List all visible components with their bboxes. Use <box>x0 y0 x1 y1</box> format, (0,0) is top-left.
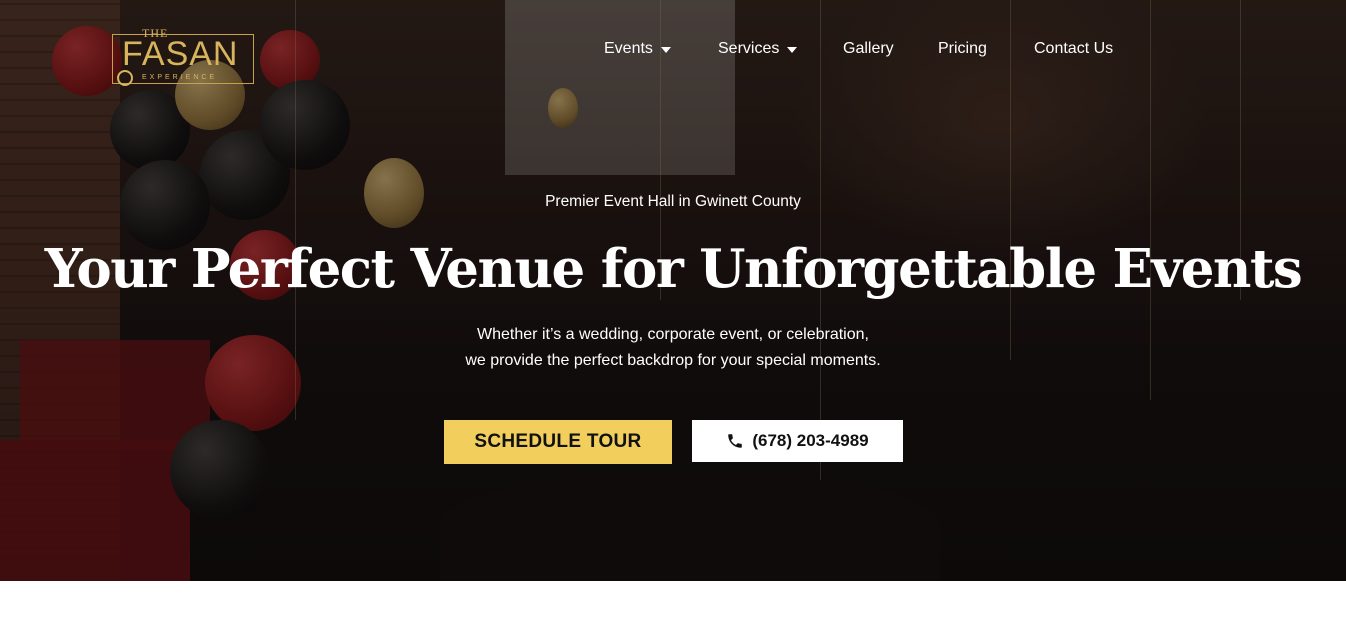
nav-item-label: Gallery <box>843 40 894 57</box>
nav-item-label: Events <box>604 40 653 57</box>
nav-item-label: Contact Us <box>1034 40 1114 57</box>
key-icon <box>117 70 133 86</box>
logo-main-text: FASAN <box>122 35 239 73</box>
hero-subtitle-line: Whether it’s a wedding, corporate event,… <box>477 326 869 343</box>
call-phone-button[interactable]: (678) 203-4989 <box>692 420 903 462</box>
schedule-tour-button[interactable]: SCHEDULE TOUR <box>444 420 672 464</box>
hero-headline: Your Perfect Venue for Unforgettable Eve… <box>44 238 1303 300</box>
nav-item-services[interactable]: Services <box>718 40 798 58</box>
site-logo[interactable]: THE FASAN EXPERIENCE <box>112 26 258 88</box>
logo-sub-text: EXPERIENCE <box>142 74 218 81</box>
nav-item-label: Services <box>718 40 780 57</box>
nav-item-events[interactable]: Events <box>604 40 671 58</box>
phone-icon <box>728 434 743 448</box>
nav-item-label: Pricing <box>938 40 987 57</box>
phone-number: (678) 203-4989 <box>752 431 869 450</box>
hero-eyebrow: Premier Event Hall in Gwinett County <box>545 193 801 210</box>
caret-down-icon <box>660 47 671 53</box>
hero-subtitle-line: we provide the perfect backdrop for your… <box>465 352 881 369</box>
caret-down-icon <box>787 47 798 53</box>
nav-item-pricing[interactable]: Pricing <box>938 40 987 58</box>
hero-subtitle: Whether it’s a wedding, corporate event,… <box>0 322 1346 374</box>
nav-item-contact[interactable]: Contact Us <box>1034 40 1113 58</box>
nav-item-gallery[interactable]: Gallery <box>843 40 894 58</box>
